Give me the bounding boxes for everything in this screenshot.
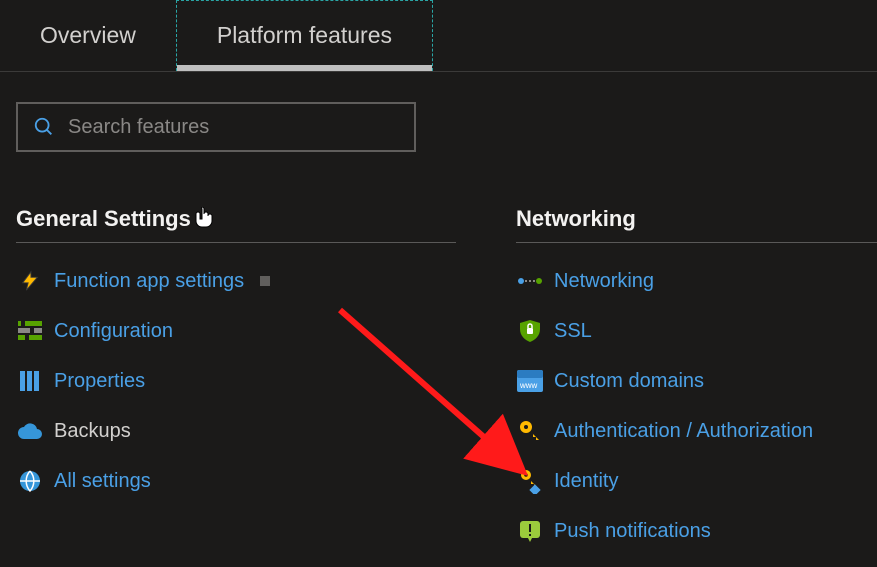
lightning-icon	[16, 267, 44, 295]
link-label: Backups	[54, 420, 131, 443]
general-settings-heading: General Settings	[16, 206, 456, 243]
link-push-notifications[interactable]: Push notifications	[516, 517, 877, 545]
indicator-icon	[260, 276, 270, 286]
link-label: Networking	[554, 270, 654, 293]
configuration-icon	[16, 317, 44, 345]
link-properties[interactable]: Properties	[16, 367, 456, 395]
networking-heading: Networking	[516, 206, 877, 243]
link-configuration[interactable]: Configuration	[16, 317, 456, 345]
properties-icon	[16, 367, 44, 395]
browser-icon: www	[516, 367, 544, 395]
link-label: All settings	[54, 470, 151, 493]
search-box[interactable]	[16, 102, 416, 152]
link-label: Properties	[54, 370, 145, 393]
link-ssl[interactable]: SSL	[516, 317, 877, 345]
search-icon	[30, 113, 58, 141]
link-label: SSL	[554, 320, 592, 343]
tab-bar: Overview Platform features	[0, 0, 877, 72]
link-networking[interactable]: Networking	[516, 267, 877, 295]
tab-platform-features-label: Platform features	[217, 22, 392, 49]
link-label: Identity	[554, 470, 618, 493]
link-label: Push notifications	[554, 520, 711, 543]
identity-key-icon	[516, 467, 544, 495]
link-backups[interactable]: Backups	[16, 417, 456, 445]
globe-icon	[16, 467, 44, 495]
link-custom-domains[interactable]: www Custom domains	[516, 367, 877, 395]
cloud-icon	[16, 417, 44, 445]
tab-platform-features[interactable]: Platform features	[176, 0, 433, 71]
notification-icon	[516, 517, 544, 545]
general-settings-heading-text: General Settings	[16, 206, 191, 232]
network-icon	[516, 267, 544, 295]
tab-overview[interactable]: Overview	[0, 0, 176, 71]
link-all-settings[interactable]: All settings	[16, 467, 456, 495]
networking-heading-text: Networking	[516, 206, 636, 232]
search-input[interactable]	[68, 116, 402, 139]
link-label: Function app settings	[54, 270, 244, 293]
key-icon	[516, 417, 544, 445]
shield-lock-icon	[516, 317, 544, 345]
link-label: Custom domains	[554, 370, 704, 393]
svg-text:www: www	[519, 381, 538, 390]
link-identity[interactable]: Identity	[516, 467, 877, 495]
pointer-cursor-icon	[195, 207, 215, 231]
tab-overview-label: Overview	[40, 22, 136, 49]
section-networking: Networking Networking SSL	[516, 206, 877, 545]
link-function-app-settings[interactable]: Function app settings	[16, 267, 456, 295]
link-label: Configuration	[54, 320, 173, 343]
link-authentication-authorization[interactable]: Authentication / Authorization	[516, 417, 877, 445]
section-general-settings: General Settings Function app settings	[16, 206, 456, 545]
link-label: Authentication / Authorization	[554, 420, 813, 443]
